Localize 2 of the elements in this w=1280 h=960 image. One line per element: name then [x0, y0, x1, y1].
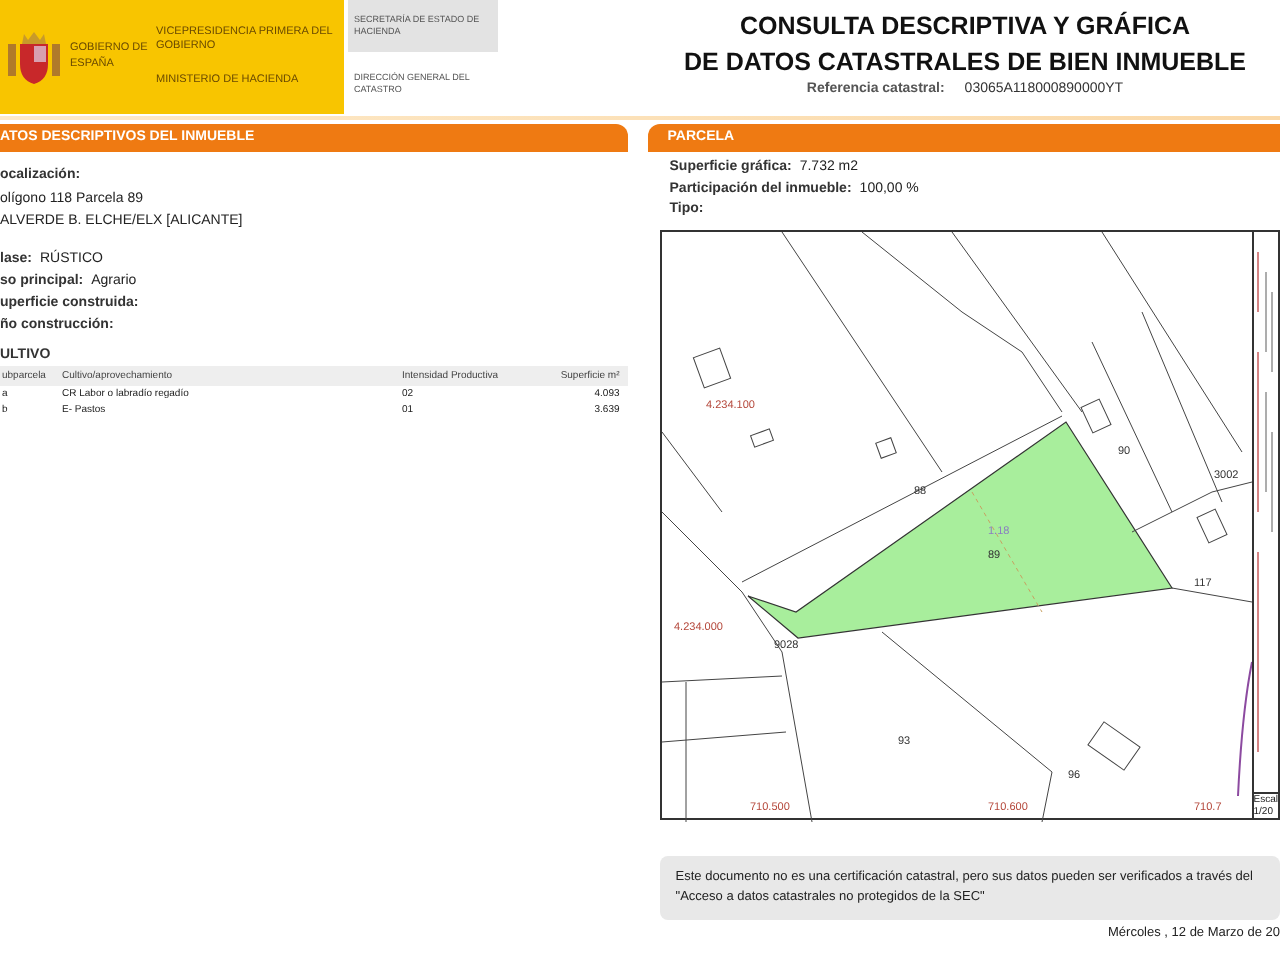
document-title: CONSULTA DESCRIPTIVA Y GRÁFICA — [739, 9, 1190, 44]
document-title: DE DATOS CATASTRALES DE BIEN INMUEBLE — [683, 46, 1247, 80]
